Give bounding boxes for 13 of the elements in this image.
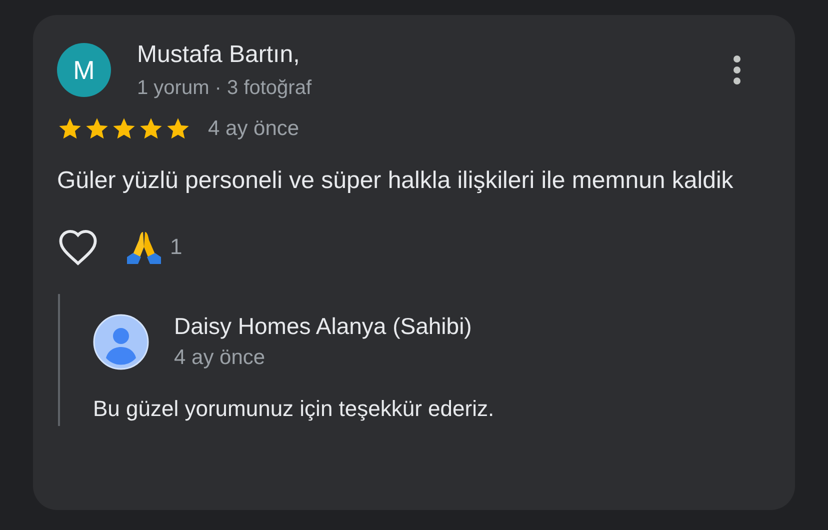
more-options-icon[interactable]	[733, 55, 741, 85]
reply-time: 4 ay önce	[174, 346, 266, 369]
review-text: Güler yüzlü personeli ve süper halkla ilişkileri ile memnun kaldik	[57, 166, 734, 196]
author-name[interactable]: Mustafa Bartın,	[137, 41, 300, 69]
author-meta: 1 yorum · 3 fotoğraf	[137, 77, 312, 100]
profile-avatar-icon	[93, 314, 149, 370]
praying-hands-icon[interactable]	[124, 229, 164, 265]
heart-icon[interactable]	[57, 228, 99, 266]
reply-text: Bu güzel yorumunuz için teşekkür ederiz.	[93, 396, 494, 422]
owner-name: Daisy Homes Alanya (Sahibi)	[174, 312, 472, 340]
avatar-letter: M	[73, 54, 95, 86]
review-time: 4 ay önce	[208, 117, 300, 141]
reaction-count: 1	[170, 234, 182, 260]
